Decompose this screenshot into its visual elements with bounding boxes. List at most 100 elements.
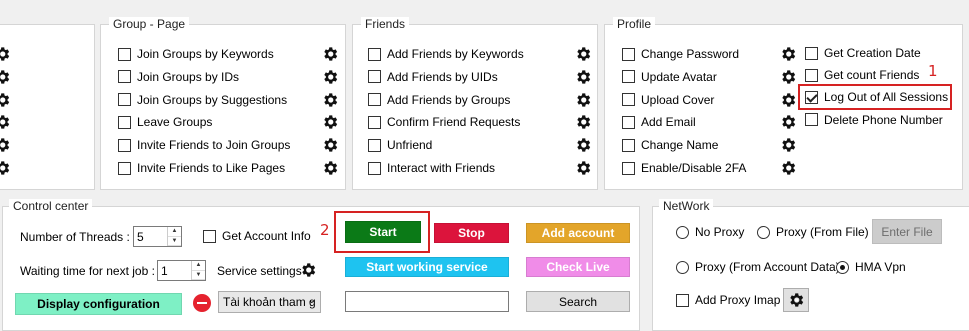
gear-icon[interactable] bbox=[0, 91, 11, 109]
checkbox-box[interactable] bbox=[676, 293, 689, 307]
hma-vpn-radio[interactable]: HMA Vpn bbox=[836, 258, 906, 276]
wait-spinner[interactable]: ▲ ▼ bbox=[191, 261, 205, 280]
proxy-from-account-radio[interactable]: Proxy (From Account Data) bbox=[676, 258, 840, 276]
get-account-info-checkbox[interactable]: Get Account Info bbox=[203, 227, 311, 245]
checkbox-box[interactable] bbox=[368, 47, 381, 61]
profile-item-label: Update Avatar bbox=[641, 69, 717, 84]
profile-item[interactable]: Upload Cover bbox=[622, 91, 714, 109]
gear-icon[interactable] bbox=[0, 45, 11, 63]
enter-file-button[interactable]: Enter File bbox=[872, 219, 942, 244]
checkbox-box[interactable] bbox=[805, 113, 818, 127]
gear-icon[interactable] bbox=[574, 159, 592, 177]
gear-icon[interactable] bbox=[321, 68, 339, 86]
spin-down-icon[interactable]: ▼ bbox=[192, 271, 205, 280]
spin-up-icon[interactable]: ▲ bbox=[192, 261, 205, 271]
checkbox-box[interactable] bbox=[368, 115, 381, 129]
profile-item-label: Enable/Disable 2FA bbox=[641, 161, 747, 175]
search-button[interactable]: Search bbox=[526, 291, 630, 312]
gear-icon[interactable] bbox=[0, 68, 11, 86]
checkbox-box[interactable] bbox=[118, 138, 131, 152]
checkbox-box[interactable] bbox=[368, 70, 381, 84]
gear-icon[interactable] bbox=[321, 91, 339, 109]
checkbox-box[interactable] bbox=[368, 93, 381, 107]
search-input[interactable] bbox=[345, 291, 509, 312]
gear-icon[interactable] bbox=[779, 136, 797, 154]
checkbox-box[interactable] bbox=[622, 70, 635, 84]
gear-icon[interactable] bbox=[574, 45, 592, 63]
no-proxy-radio[interactable]: No Proxy bbox=[676, 223, 744, 241]
display-configuration-button[interactable]: Display configuration bbox=[15, 293, 182, 315]
proxy-from-file-radio[interactable]: Proxy (From File) bbox=[757, 223, 869, 241]
gear-icon[interactable] bbox=[574, 68, 592, 86]
friends-item[interactable]: Add Friends by Keywords bbox=[368, 45, 524, 63]
profile-item[interactable]: Change Password bbox=[622, 45, 739, 63]
threads-input[interactable]: 5 ▲ ▼ bbox=[133, 226, 182, 247]
profile-extra-item[interactable]: Delete Phone Number bbox=[805, 111, 943, 129]
checkbox-box[interactable] bbox=[622, 93, 635, 107]
group-page-item[interactable]: Invite Friends to Like Pages bbox=[118, 159, 285, 177]
friends-item[interactable]: Confirm Friend Requests bbox=[368, 113, 520, 131]
gear-icon[interactable] bbox=[321, 45, 339, 63]
group-page-item[interactable]: Join Groups by Keywords bbox=[118, 45, 274, 63]
checkbox-box[interactable] bbox=[622, 47, 635, 61]
radio-circle-selected[interactable] bbox=[836, 260, 849, 274]
radio-circle[interactable] bbox=[757, 225, 770, 239]
profile-item[interactable]: Change Name bbox=[622, 136, 718, 154]
checkbox-box[interactable] bbox=[805, 68, 818, 82]
profile-item[interactable]: Add Email bbox=[622, 113, 696, 131]
profile-extra-item[interactable]: Get count Friends bbox=[805, 66, 919, 84]
checkbox-box[interactable] bbox=[118, 70, 131, 84]
account-filter-dropdown[interactable]: Tài khoản tham g ⌄ bbox=[218, 291, 321, 313]
friends-item[interactable]: Unfriend bbox=[368, 136, 432, 154]
group-page-item[interactable]: Invite Friends to Join Groups bbox=[118, 136, 290, 154]
start-working-service-button[interactable]: Start working service bbox=[345, 257, 509, 277]
profile-item[interactable]: Update Avatar bbox=[622, 68, 717, 86]
gear-icon[interactable] bbox=[321, 159, 339, 177]
checkbox-box[interactable] bbox=[118, 161, 131, 175]
checkbox-box[interactable] bbox=[622, 138, 635, 152]
checkbox-box[interactable] bbox=[368, 161, 381, 175]
gear-icon[interactable] bbox=[574, 113, 592, 131]
profile-extra-item[interactable]: Get Creation Date bbox=[805, 44, 921, 62]
add-proxy-imap-checkbox[interactable]: Add Proxy Imap bbox=[676, 291, 780, 309]
group-page-item[interactable]: Join Groups by IDs bbox=[118, 68, 239, 86]
friends-item[interactable]: Interact with Friends bbox=[368, 159, 495, 177]
friends-item[interactable]: Add Friends by UIDs bbox=[368, 68, 498, 86]
gear-icon[interactable] bbox=[779, 91, 797, 109]
checkbox-box[interactable] bbox=[805, 46, 818, 60]
checkbox-box[interactable] bbox=[368, 138, 381, 152]
gear-icon[interactable] bbox=[0, 113, 11, 131]
gear-icon[interactable] bbox=[779, 45, 797, 63]
add-account-button[interactable]: Add account bbox=[526, 223, 630, 243]
spin-down-icon[interactable]: ▼ bbox=[168, 237, 181, 246]
gear-icon[interactable] bbox=[574, 136, 592, 154]
friends-item[interactable]: Add Friends by Groups bbox=[368, 91, 510, 109]
gear-icon[interactable] bbox=[321, 113, 339, 131]
check-live-button[interactable]: Check Live bbox=[526, 257, 630, 277]
group-page-item[interactable]: Leave Groups bbox=[118, 113, 212, 131]
remove-icon[interactable] bbox=[193, 294, 211, 312]
stop-button[interactable]: Stop bbox=[434, 223, 509, 243]
wait-input[interactable]: 1 ▲ ▼ bbox=[157, 260, 206, 281]
threads-spinner[interactable]: ▲ ▼ bbox=[167, 227, 181, 246]
group-page-item[interactable]: Join Groups by Suggestions bbox=[118, 91, 287, 109]
gear-icon[interactable] bbox=[321, 136, 339, 154]
radio-circle[interactable] bbox=[676, 260, 689, 274]
profile-item[interactable]: Enable/Disable 2FA bbox=[622, 159, 746, 177]
gear-icon[interactable] bbox=[0, 136, 11, 154]
checkbox-box[interactable] bbox=[118, 115, 131, 129]
spin-up-icon[interactable]: ▲ bbox=[168, 227, 181, 237]
checkbox-box[interactable] bbox=[118, 47, 131, 61]
checkbox-box[interactable] bbox=[622, 161, 635, 175]
checkbox-box[interactable] bbox=[203, 229, 216, 243]
gear-icon[interactable] bbox=[779, 68, 797, 86]
checkbox-box[interactable] bbox=[622, 115, 635, 129]
proxy-imap-settings-button[interactable] bbox=[783, 288, 809, 312]
gear-icon[interactable] bbox=[779, 113, 797, 131]
gear-icon[interactable] bbox=[574, 91, 592, 109]
radio-circle[interactable] bbox=[676, 225, 689, 239]
gear-icon[interactable] bbox=[0, 159, 11, 177]
gear-icon[interactable] bbox=[779, 159, 797, 177]
service-settings-gear-icon[interactable] bbox=[299, 261, 317, 279]
checkbox-box[interactable] bbox=[118, 93, 131, 107]
